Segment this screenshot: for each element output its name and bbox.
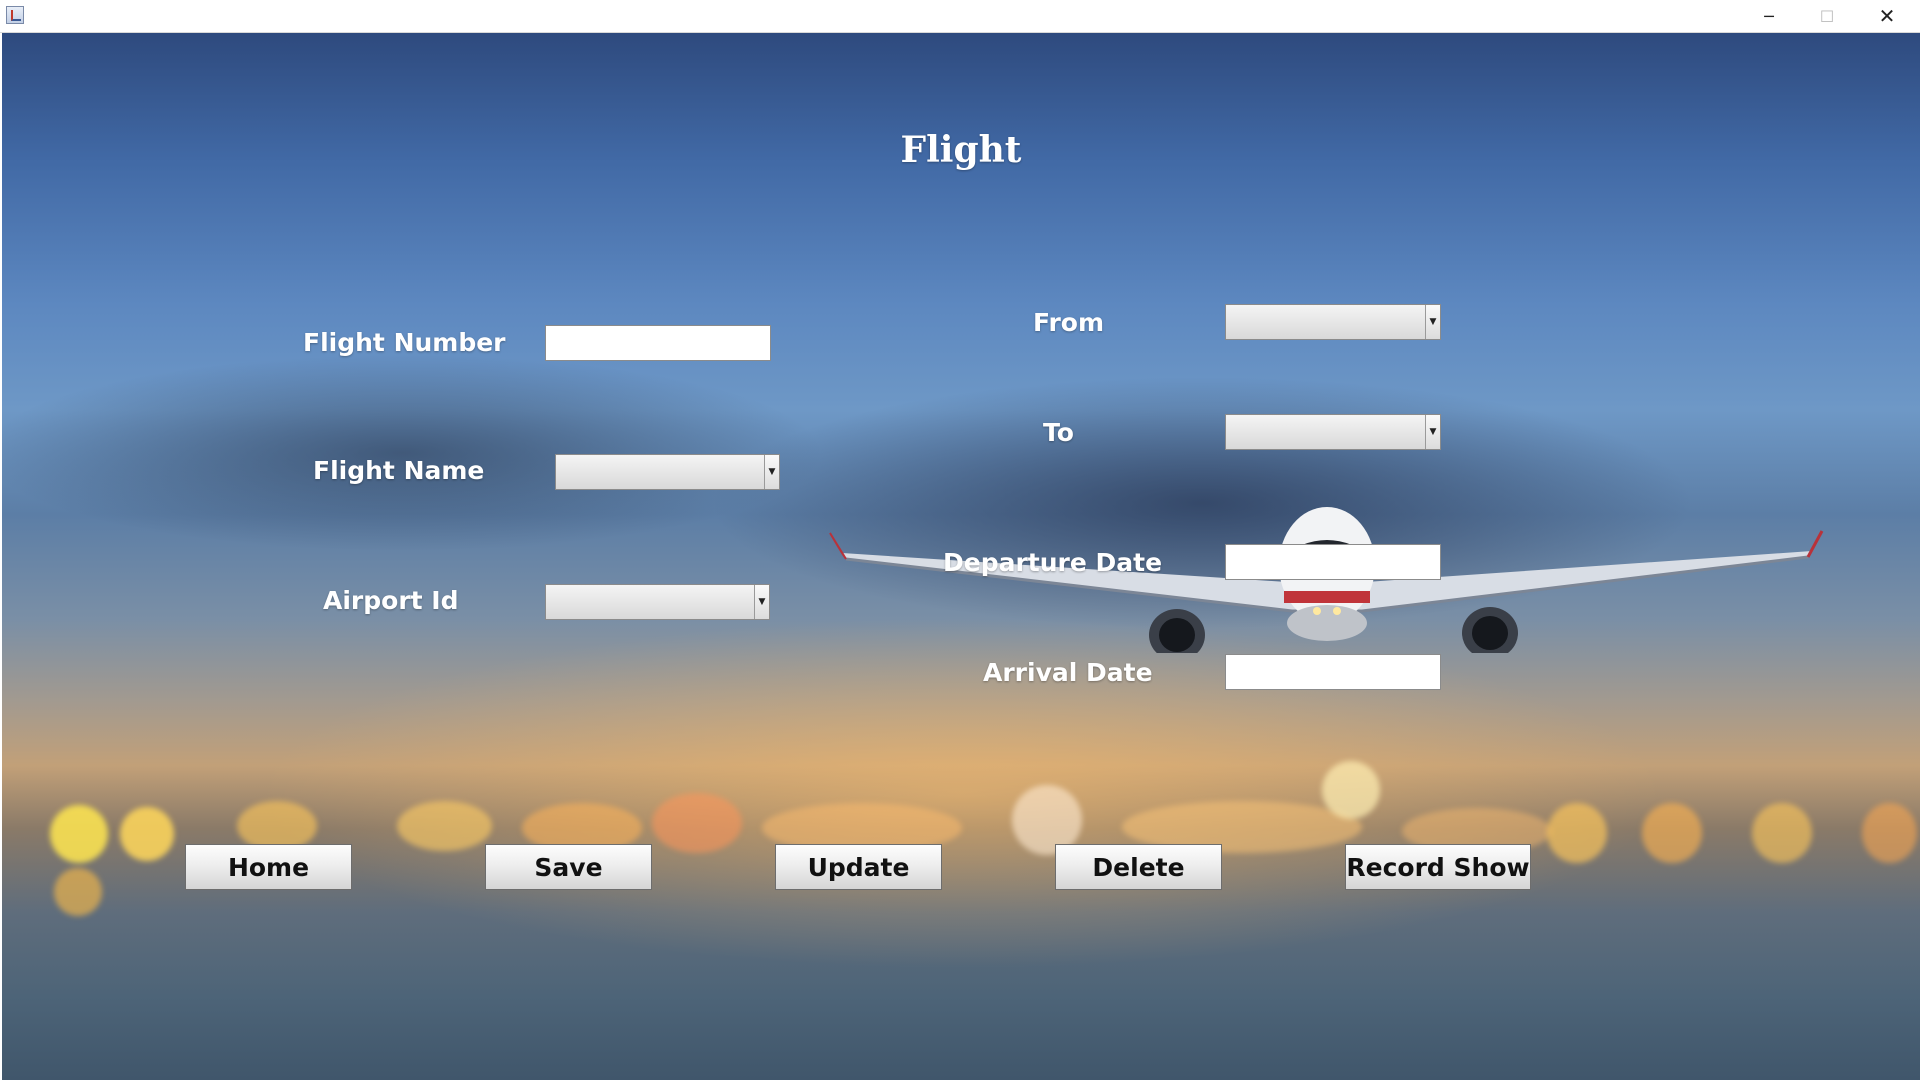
departure-date-label: Departure Date xyxy=(943,548,1163,577)
flight-name-label: Flight Name xyxy=(313,456,485,485)
maximize-button[interactable]: ☐ xyxy=(1798,0,1856,32)
save-button[interactable]: Save xyxy=(485,844,652,890)
title-bar: ─ ☐ ✕ xyxy=(0,0,1920,33)
airport-id-label: Airport Id xyxy=(323,586,459,615)
background-image: Flight Flight Number Flight Name ▼ Airpo… xyxy=(2,33,1920,1080)
chevron-down-icon[interactable]: ▼ xyxy=(1425,415,1440,449)
to-label: To xyxy=(1043,418,1074,447)
page-title: Flight xyxy=(900,129,1022,171)
flight-number-input[interactable] xyxy=(545,325,771,361)
minimize-button[interactable]: ─ xyxy=(1740,0,1798,32)
departure-date-input[interactable] xyxy=(1225,544,1441,580)
flight-name-dropdown[interactable]: ▼ xyxy=(555,454,780,490)
arrival-date-input[interactable] xyxy=(1225,654,1441,690)
app-window: ─ ☐ ✕ Flight Flight Number Flight Name ▼… xyxy=(0,0,1920,1080)
close-button[interactable]: ✕ xyxy=(1858,0,1916,32)
arrival-date-label: Arrival Date xyxy=(983,658,1153,687)
delete-button[interactable]: Delete xyxy=(1055,844,1222,890)
to-dropdown[interactable]: ▼ xyxy=(1225,414,1441,450)
home-button[interactable]: Home xyxy=(185,844,352,890)
chevron-down-icon[interactable]: ▼ xyxy=(754,585,769,619)
flight-number-label: Flight Number xyxy=(303,328,506,357)
update-button[interactable]: Update xyxy=(775,844,942,890)
airport-id-dropdown[interactable]: ▼ xyxy=(545,584,770,620)
java-app-icon xyxy=(6,6,24,24)
from-label: From xyxy=(1033,308,1105,337)
record-show-button[interactable]: Record Show xyxy=(1345,844,1531,890)
chevron-down-icon[interactable]: ▼ xyxy=(1425,305,1440,339)
from-dropdown[interactable]: ▼ xyxy=(1225,304,1441,340)
chevron-down-icon[interactable]: ▼ xyxy=(764,455,779,489)
